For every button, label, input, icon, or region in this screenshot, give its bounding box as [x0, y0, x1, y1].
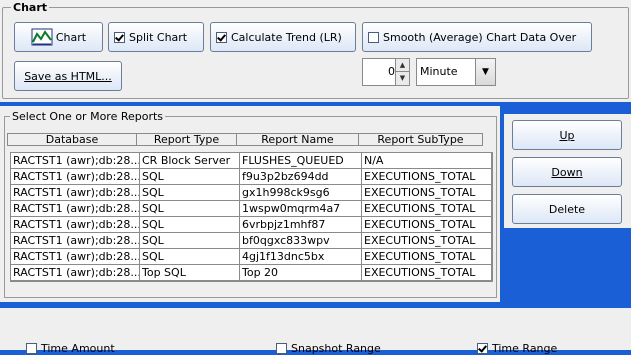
split-chart-checkbox[interactable]: Split Chart [108, 22, 204, 52]
reports-group-title: Select One or More Reports [10, 110, 166, 123]
report-subtype-cell: EXECUTIONS_TOTAL [362, 201, 492, 217]
reports-table[interactable]: RACTST1 (awr);db:28... CR Block Server FLU… [10, 152, 493, 282]
time-range-check-icon [477, 343, 488, 354]
report-name-cell: f9u3p2bz694dd [240, 169, 362, 185]
range-options-panel: Time Amount Snapshot Range Time Range [0, 308, 631, 355]
report-subtype-cell: N/A [362, 153, 492, 169]
column-header-report-name[interactable]: Report Name [237, 133, 359, 146]
report-type-cell: SQL [140, 185, 240, 201]
save-as-html-label: Save as HTML... [24, 69, 112, 83]
interval-unit-select[interactable]: Minute ▼ [416, 58, 496, 86]
time-amount-check-icon [26, 343, 37, 354]
column-header-database[interactable]: Database [7, 133, 137, 146]
database-cell: RACTST1 (awr);db:28... [11, 265, 140, 281]
report-name-cell: bf0qgxc833wpv [240, 233, 362, 249]
smooth-chart-checkbox[interactable]: Smooth (Average) Chart Data Over [362, 22, 592, 52]
database-cell: RACTST1 (awr);db:28... [11, 185, 140, 201]
database-cell: RACTST1 (awr);db:28... [11, 169, 140, 185]
spinner-up-arrow-icon[interactable]: ▲ [395, 59, 409, 72]
database-cell: RACTST1 (awr);db:28... [11, 217, 140, 233]
column-header-report-subtype[interactable]: Report SubType [359, 133, 483, 146]
up-button-label: Up [559, 128, 575, 142]
snapshot-range-check-icon [276, 343, 287, 354]
report-type-cell: SQL [140, 201, 240, 217]
time-range-label: Time Range [492, 342, 558, 355]
up-button[interactable]: Up [512, 120, 622, 150]
report-subtype-cell: EXECUTIONS_TOTAL [362, 233, 492, 249]
chart-group-title: Chart [11, 1, 50, 14]
reports-table-body: RACTST1 (awr);db:28... CR Block Server FLU… [11, 153, 492, 281]
report-type-cell: CR Block Server [140, 153, 240, 169]
time-amount-label: Time Amount [41, 342, 115, 355]
time-amount-checkbox[interactable]: Time Amount [26, 342, 115, 355]
reports-table-header: Database Report Type Report Name Report … [7, 133, 483, 146]
smooth-interval-value: 0 [388, 65, 395, 78]
report-subtype-cell: EXECUTIONS_TOTAL [362, 249, 492, 265]
smooth-chart-label: Smooth (Average) Chart Data Over [383, 30, 577, 44]
table-row[interactable]: RACTST1 (awr);db:28... SQL 1wspw0mqrm4a7 EX… [11, 201, 492, 217]
database-cell: RACTST1 (awr);db:28... [11, 201, 140, 217]
snapshot-range-label: Snapshot Range [291, 342, 381, 355]
report-name-cell: FLUSHES_QUEUED [240, 153, 362, 169]
calculate-trend-label: Calculate Trend (LR) [231, 30, 342, 44]
chart-panel: Chart Chart Split Chart Calculate Trend … [0, 0, 631, 102]
table-row[interactable]: RACTST1 (awr);db:28... SQL f9u3p2bz694dd EX… [11, 169, 492, 185]
down-button-label: Down [551, 165, 583, 179]
chart-button-label: Chart [55, 30, 87, 44]
down-button[interactable]: Down [512, 157, 622, 187]
interval-unit-value: Minute [420, 65, 458, 78]
report-type-cell: Top SQL [140, 265, 240, 281]
database-cell: RACTST1 (awr);db:28... [11, 153, 140, 169]
smooth-chart-check-icon [368, 31, 379, 43]
report-name-cell: 4gj1f13dnc5bx [240, 249, 362, 265]
report-name-cell: 1wspw0mqrm4a7 [240, 201, 362, 217]
time-range-checkbox[interactable]: Time Range [477, 342, 557, 355]
table-row[interactable]: RACTST1 (awr);db:28... SQL 4gj1f13dnc5bx EX… [11, 249, 492, 265]
chart-button[interactable]: Chart [14, 22, 103, 52]
calculate-trend-checkbox[interactable]: Calculate Trend (LR) [210, 22, 356, 52]
split-chart-check-icon [114, 31, 125, 43]
table-row[interactable]: RACTST1 (awr);db:28... SQL gx1h998ck9sg6 EX… [11, 185, 492, 201]
report-name-cell: 6vrbpjz1mhf87 [240, 217, 362, 233]
report-type-cell: SQL [140, 217, 240, 233]
calculate-trend-check-icon [216, 31, 227, 43]
spinner-down-arrow-icon[interactable]: ▼ [395, 72, 409, 85]
report-type-cell: SQL [140, 233, 240, 249]
chevron-down-icon[interactable]: ▼ [475, 59, 495, 85]
delete-button-label: Delete [548, 202, 586, 216]
database-cell: RACTST1 (awr);db:28... [11, 249, 140, 265]
table-row[interactable]: RACTST1 (awr);db:28... CR Block Server FLU… [11, 153, 492, 169]
report-subtype-cell: EXECUTIONS_TOTAL [362, 185, 492, 201]
table-row[interactable]: RACTST1 (awr);db:28... SQL 6vrbpjz1mhf87 EX… [11, 217, 492, 233]
table-row[interactable]: RACTST1 (awr);db:28... Top SQL Top 20 EXECU… [11, 265, 492, 281]
smooth-interval-spinner[interactable]: 0 ▲ ▼ [362, 58, 410, 86]
report-subtype-cell: EXECUTIONS_TOTAL [362, 169, 492, 185]
delete-button[interactable]: Delete [512, 194, 622, 224]
report-type-cell: SQL [140, 249, 240, 265]
report-type-cell: SQL [140, 169, 240, 185]
report-subtype-cell: EXECUTIONS_TOTAL [362, 265, 492, 281]
database-cell: RACTST1 (awr);db:28... [11, 233, 140, 249]
report-name-cell: gx1h998ck9sg6 [240, 185, 362, 201]
table-row[interactable]: RACTST1 (awr);db:28... SQL bf0qgxc833wpv EX… [11, 233, 492, 249]
split-chart-label: Split Chart [129, 30, 188, 44]
order-buttons-panel: Up Down Delete [504, 114, 631, 228]
column-header-report-type[interactable]: Report Type [137, 133, 237, 146]
line-chart-icon [31, 28, 53, 46]
snapshot-range-checkbox[interactable]: Snapshot Range [276, 342, 381, 355]
report-subtype-cell: EXECUTIONS_TOTAL [362, 217, 492, 233]
save-as-html-button[interactable]: Save as HTML... [14, 61, 122, 91]
report-name-cell: Top 20 [240, 265, 362, 281]
